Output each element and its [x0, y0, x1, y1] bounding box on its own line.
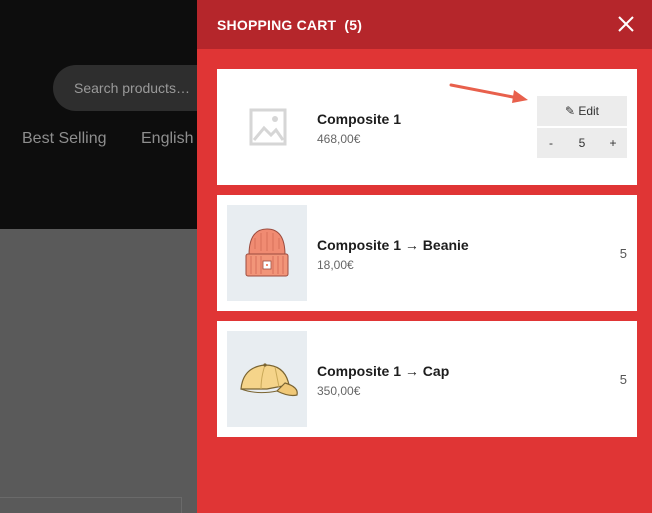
annotation-arrow-icon [449, 83, 528, 103]
product-name[interactable]: Composite 1 [317, 111, 401, 127]
beanie-image [245, 228, 289, 277]
edit-button[interactable]: ✎ Edit [537, 96, 627, 126]
product-thumbnail[interactable] [227, 79, 307, 175]
cart-item: Composite 1 468,00€ ✎ Edit - 5 + [217, 69, 637, 185]
cart-drawer: SHOPPING CART (5) Composite 1 468,00€ ✎ … [197, 0, 652, 513]
product-thumbnail[interactable] [227, 331, 307, 427]
cart-item: Composite 1 → Beanie 18,00€ 5 [217, 195, 637, 311]
cap-image [240, 363, 298, 397]
page-header-background [0, 0, 197, 229]
cart-title-text: SHOPPING CART [217, 17, 337, 33]
quantity-value: 5 [619, 372, 627, 387]
product-price: 468,00€ [317, 132, 361, 146]
product-price: 350,00€ [317, 384, 361, 398]
product-name[interactable]: Composite 1 → Cap [317, 363, 449, 379]
search-input[interactable]: Search products… [53, 65, 213, 111]
cart-count: (5) [344, 17, 363, 33]
cart-title: SHOPPING CART (5) [217, 17, 362, 33]
cart-item: Composite 1 → Cap 350,00€ 5 [217, 321, 637, 437]
product-price: 18,00€ [317, 258, 354, 272]
quantity-value: 5 [619, 246, 627, 261]
quantity-stepper: - 5 + [537, 128, 627, 158]
page-overlay [0, 229, 197, 513]
close-icon[interactable] [616, 14, 636, 34]
cart-header: SHOPPING CART (5) [197, 0, 652, 49]
divider [0, 497, 181, 498]
divider [181, 497, 182, 513]
decrease-quantity-button[interactable]: - [537, 128, 565, 158]
increase-quantity-button[interactable]: + [599, 128, 627, 158]
nav-item-language[interactable]: English [141, 130, 193, 148]
product-thumbnail[interactable] [227, 205, 307, 301]
placeholder-image-icon [249, 108, 287, 146]
quantity-value[interactable]: 5 [565, 128, 599, 158]
product-name[interactable]: Composite 1 → Beanie [317, 237, 469, 253]
nav-item-best-selling[interactable]: Best Selling [22, 130, 107, 148]
